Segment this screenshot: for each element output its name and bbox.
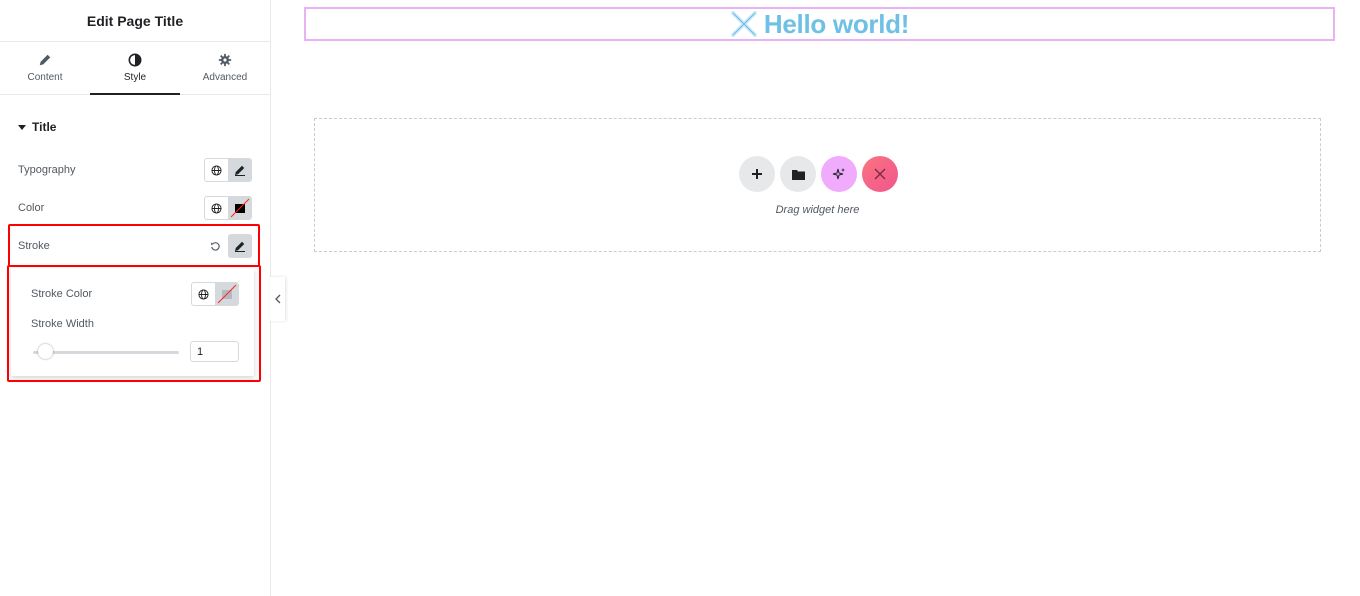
folder-icon [791,169,805,180]
panel-tabs: Content Style Advanced [0,42,270,95]
typography-edit-button[interactable] [228,159,251,181]
globe-icon [211,164,222,176]
collapse-panel-button[interactable] [270,277,285,321]
tab-advanced[interactable]: Advanced [180,42,270,94]
page-title-heading: Hello world! [763,8,910,39]
panel-title: Edit Page Title [0,0,270,42]
chevron-left-icon [274,294,280,304]
ai-button[interactable] [821,156,857,192]
tab-style[interactable]: Style [90,42,180,95]
sparkle-icon [832,168,845,180]
stroke-width-slider-handle[interactable] [38,344,53,359]
stroke-width-slider-track[interactable] [33,351,179,354]
brand-kit-button[interactable] [862,156,898,192]
caret-down-icon [18,124,26,130]
half-circle-icon [128,53,142,67]
add-widget-buttons [739,156,898,192]
section-title-toggle[interactable]: Title [18,120,56,134]
pencil-icon [39,54,51,66]
stroke-width-control: Stroke Width [31,317,239,331]
color-global-button[interactable] [205,197,228,219]
stroke-label: Stroke [18,240,50,252]
tab-content-label: Content [27,72,63,83]
reset-icon [210,241,220,251]
x-logo-icon [874,168,886,180]
stroke-buttons [203,234,252,258]
color-swatch-icon [217,284,236,304]
page-title-widget[interactable]: Hello world! [304,7,1335,41]
globe-icon [211,202,222,214]
stroke-popover: Stroke Color Stroke Width 1 [11,268,254,376]
tab-advanced-label: Advanced [202,72,248,83]
add-template-button[interactable] [780,156,816,192]
stroke-color-swatch-button[interactable] [215,283,238,305]
stroke-color-global-button[interactable] [192,283,215,305]
color-swatch-icon [230,198,249,218]
color-control: Color [18,196,252,220]
stroke-color-buttons [191,282,239,306]
stroke-width-input[interactable] [190,341,239,362]
color-swatch-button[interactable] [228,197,251,219]
stroke-color-control: Stroke Color [31,282,239,306]
color-label: Color [18,202,45,214]
color-buttons [204,196,252,220]
stroke-width-label: Stroke Width [31,318,94,330]
pencil-icon [235,241,245,252]
stroke-edit-button[interactable] [228,234,252,258]
editor-panel: Edit Page Title Content Style Advanced T… [0,0,271,596]
globe-icon [198,288,209,300]
add-section-button[interactable] [739,156,775,192]
typography-label: Typography [18,164,76,176]
typography-buttons [204,158,252,182]
stroke-reset-button[interactable] [203,234,227,258]
tab-style-label: Style [123,72,147,83]
stroke-color-label: Stroke Color [31,288,93,300]
drag-widget-hint: Drag widget here [775,204,860,216]
tab-content[interactable]: Content [0,42,90,94]
pencil-icon [234,165,245,176]
gear-icon [218,53,232,67]
section-title: Title [32,120,57,134]
typography-control: Typography [18,158,252,182]
widget-drop-zone[interactable]: Drag widget here [314,118,1321,252]
stroke-control: Stroke [18,234,252,258]
plus-icon [752,169,762,179]
typography-global-button[interactable] [205,159,228,181]
x-logo-icon [730,11,757,37]
